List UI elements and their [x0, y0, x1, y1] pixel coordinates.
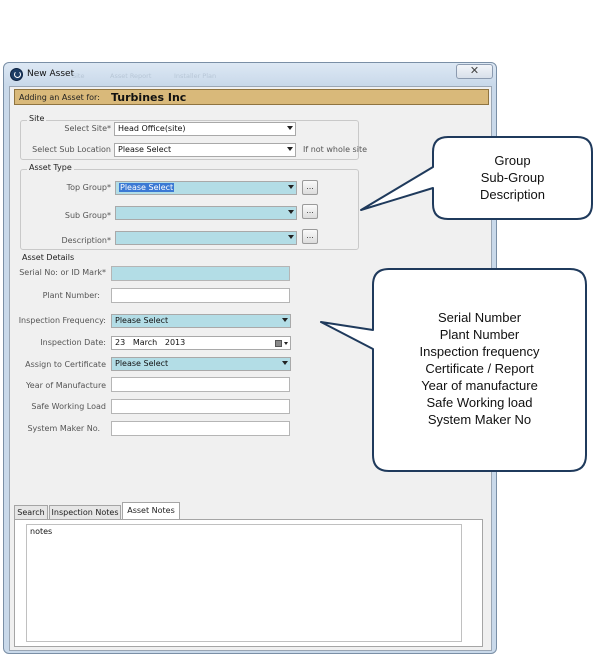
- chevron-down-icon: [284, 342, 288, 345]
- app-icon: [10, 68, 23, 81]
- certificate-dropdown[interactable]: Please Select: [111, 357, 291, 371]
- inspection-frequency-label: Inspection Frequency:: [18, 316, 106, 325]
- certificate-value: Please Select: [115, 359, 169, 368]
- description-label: Description*: [61, 236, 111, 245]
- serial-input[interactable]: [111, 266, 290, 281]
- chevron-down-icon: [282, 361, 288, 365]
- inspection-frequency-dropdown[interactable]: Please Select: [111, 314, 291, 328]
- sub-location-label: Select Sub Location: [32, 145, 111, 154]
- select-site-dropdown[interactable]: Head Office(site): [114, 122, 296, 136]
- date-day: 23: [115, 338, 126, 347]
- description-browse-button[interactable]: ...: [302, 229, 318, 244]
- description-dropdown[interactable]: [115, 231, 297, 245]
- date-year: 2013: [164, 338, 186, 347]
- customer-name: Turbines Inc: [111, 91, 187, 104]
- ghost-menu-item: Site: [72, 72, 85, 80]
- select-site-label: Select Site*: [64, 124, 111, 133]
- top-group-browse-button[interactable]: ...: [302, 180, 318, 195]
- sub-group-dropdown[interactable]: [115, 206, 297, 220]
- notes-textarea[interactable]: notes: [26, 524, 462, 642]
- inspection-date-label: Inspection Date:: [40, 338, 106, 347]
- plant-number-label: Plant Number:: [42, 291, 100, 300]
- top-group-label: Top Group*: [66, 183, 111, 192]
- sub-location-dropdown[interactable]: Please Select: [114, 143, 296, 157]
- notes-text: notes: [30, 527, 53, 536]
- date-month: March: [132, 338, 158, 347]
- chevron-down-icon: [282, 318, 288, 322]
- serial-label: Serial No: or ID Mark*: [19, 268, 106, 277]
- maker-input[interactable]: [111, 421, 290, 436]
- chevron-down-icon: [288, 210, 294, 214]
- new-asset-window: New Asset Site Asset Report Installer Pl…: [3, 62, 497, 654]
- inspection-date-picker[interactable]: 23 March 2013: [111, 336, 291, 350]
- swl-label: Safe Working Load: [31, 402, 106, 411]
- ghost-menu-item: Asset Report: [110, 72, 152, 80]
- top-group-dropdown[interactable]: Please Select: [115, 181, 297, 195]
- asset-details-group-title: Asset Details: [22, 253, 75, 262]
- ghost-menu-item: Installer Plan: [174, 72, 217, 80]
- year-label: Year of Manufacture: [25, 381, 106, 390]
- tab-asset-notes[interactable]: Asset Notes: [122, 502, 180, 520]
- tab-search[interactable]: Search: [14, 505, 48, 520]
- plant-number-input[interactable]: [111, 288, 290, 303]
- select-site-value: Head Office(site): [118, 124, 186, 133]
- chevron-down-icon: [288, 235, 294, 239]
- calendar-icon[interactable]: [275, 340, 282, 347]
- sub-location-value: Please Select: [118, 145, 172, 154]
- top-group-value: Please Select: [119, 183, 175, 192]
- sub-group-browse-button[interactable]: ...: [302, 204, 318, 219]
- certificate-label: Assign to Certificate: [25, 360, 106, 369]
- chevron-down-icon: [287, 147, 293, 151]
- sub-location-hint: If not whole site: [303, 145, 368, 154]
- chevron-down-icon: [287, 126, 293, 130]
- close-icon: ✕: [469, 64, 480, 77]
- maker-label: System Maker No.: [27, 424, 100, 433]
- header-label: Adding an Asset for:: [19, 93, 100, 102]
- sub-group-label: Sub Group*: [64, 211, 111, 220]
- inspection-frequency-value: Please Select: [115, 316, 169, 325]
- window-title: New Asset: [27, 69, 75, 79]
- chevron-down-icon: [288, 185, 294, 189]
- asset-notes-panel: notes: [14, 519, 483, 647]
- swl-input[interactable]: [111, 399, 290, 414]
- asset-type-group-title: Asset Type: [27, 163, 74, 172]
- year-input[interactable]: [111, 377, 290, 392]
- form-body: Adding an Asset for: Turbines Inc Site S…: [9, 86, 492, 651]
- close-button[interactable]: ✕: [456, 64, 493, 79]
- tab-inspection-notes[interactable]: Inspection Notes: [49, 505, 121, 520]
- header-band: Adding an Asset for: Turbines Inc: [14, 89, 489, 105]
- site-group-title: Site: [27, 114, 47, 123]
